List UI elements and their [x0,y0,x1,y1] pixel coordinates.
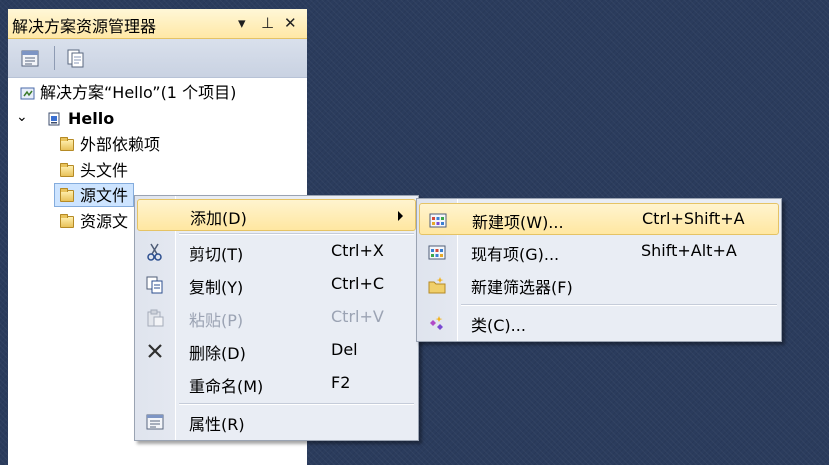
panel-pin-button[interactable]: ⊥ [261,13,274,33]
menu-item-cut-label: 剪切(T) [189,245,244,264]
solution-label: 解决方案“Hello”(1 个项目) [40,83,237,102]
folder-icon [60,214,74,228]
submenu-item-existing-item-shortcut: Shift+Alt+A [641,241,737,260]
solution-icon [20,87,35,100]
source-files-label: 源文件 [80,186,129,205]
menu-item-paste-shortcut: Ctrl+V [331,307,384,326]
folder-icon [60,163,74,177]
menu-item-properties-label: 属性(R) [189,415,245,434]
panel-toolbar [8,39,307,78]
menu-item-add[interactable]: 添加(D) [137,199,416,231]
existing-item-icon [428,245,446,260]
header-files-label: 头文件 [80,161,129,180]
menu-separator [179,403,414,405]
submenu-separator [461,304,777,306]
menu-item-add-label: 添加(D) [190,209,247,228]
menu-item-properties[interactable]: 属性(R) [137,406,416,438]
folder-icon [60,188,74,202]
submenu-item-new-filter-label: 新建筛选器(F) [471,278,573,297]
menu-item-cut[interactable]: 剪切(T) Ctrl+X [137,236,416,268]
external-deps-label: 外部依赖项 [80,135,161,154]
properties-icon [146,414,164,430]
submenu-item-class[interactable]: 类(C)... [419,307,779,339]
project-label: Hello [68,109,115,128]
new-filter-icon [428,277,446,294]
submenu-arrow-icon [398,211,403,221]
menu-item-copy[interactable]: 复制(Y) Ctrl+C [137,269,416,301]
paste-icon [147,309,164,327]
menu-item-rename-shortcut: F2 [331,373,351,392]
copy-icon [146,276,163,294]
submenu-item-new-filter[interactable]: 新建筛选器(F) [419,269,779,301]
menu-item-paste-label: 粘贴(P) [189,311,244,330]
submenu-item-new-item[interactable]: 新建项(W)... Ctrl+Shift+A [419,203,779,235]
panel-close-button[interactable]: ✕ [284,13,297,33]
properties-tool-icon[interactable] [20,47,42,69]
project-icon [48,112,60,126]
submenu-item-class-label: 类(C)... [471,316,526,335]
delete-icon [148,344,162,358]
menu-item-copy-label: 复制(Y) [189,278,244,297]
panel-dropdown-button[interactable]: ▾ [238,13,246,33]
menu-item-delete-label: 删除(D) [189,344,246,363]
scissors-icon [147,243,162,261]
folder-link-icon [60,137,74,151]
context-menu: 添加(D) 剪切(T) Ctrl+X 复制(Y) Ctrl+C 粘贴(P) Ct… [134,195,419,441]
resource-files-label: 资源文 [80,212,129,231]
menu-item-rename[interactable]: 重命名(M) F2 [137,368,416,400]
menu-item-copy-shortcut: Ctrl+C [331,274,385,293]
panel-title: 解决方案资源管理器 [12,17,157,36]
menu-item-paste[interactable]: 粘贴(P) Ctrl+V [137,302,416,334]
menu-separator [179,233,414,235]
submenu-item-new-item-shortcut: Ctrl+Shift+A [642,209,745,228]
submenu-item-existing-item[interactable]: 现有项(G)... Shift+Alt+A [419,236,779,268]
submenu-item-new-item-label: 新建项(W)... [472,213,564,232]
menu-item-cut-shortcut: Ctrl+X [331,241,384,260]
show-all-files-icon[interactable] [64,47,86,69]
new-item-icon [429,213,447,228]
menu-item-delete-shortcut: Del [331,340,358,359]
submenu-item-existing-item-label: 现有项(G)... [471,245,560,264]
panel-titlebar: 解决方案资源管理器 ▾ ⊥ ✕ [8,9,307,39]
expand-chevron-icon[interactable]: ⌄ [16,105,28,129]
class-icon [430,316,443,330]
menu-item-delete[interactable]: 删除(D) Del [137,335,416,367]
toolbar-separator [54,46,55,70]
add-submenu: 新建项(W)... Ctrl+Shift+A 现有项(G)... Shift+A… [416,198,782,342]
menu-item-rename-label: 重命名(M) [189,377,264,396]
